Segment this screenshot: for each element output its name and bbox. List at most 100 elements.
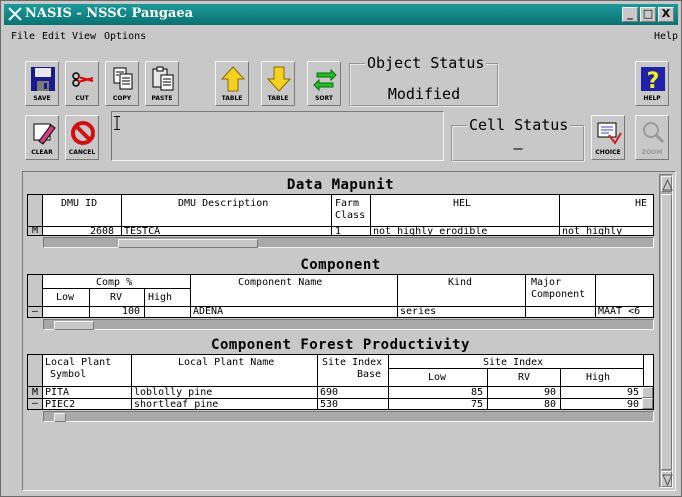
sort-arrows-icon [313,68,337,92]
col-header-he[interactable]: HE [635,198,647,209]
forest-scroll-thumb[interactable] [54,413,66,422]
row-indicator[interactable]: – [28,399,42,409]
app-window: NASIS - NSSC Pangaea _ □ X File Edit Vie… [0,0,682,497]
clear-button[interactable]: CLEAR [25,115,59,160]
col-header-plant-name[interactable]: Local Plant Name [178,357,274,368]
component-title: Component [300,257,381,273]
nasis-x-icon [8,7,22,21]
cell-extra[interactable]: MAAT <6 [598,306,642,317]
cell-he[interactable]: not highly [562,226,622,237]
cell-dmu-id[interactable]: 2608 [90,226,114,237]
cell-si-rv[interactable]: 90 [544,387,556,398]
cell-kind[interactable]: series [400,306,436,317]
component-scroll-thumb[interactable] [54,321,94,330]
copy-icon [113,67,133,90]
col-header-farm-class-2: Class [335,210,366,221]
col-header-farm-class[interactable]: Farm [335,198,359,209]
cell-farm-class[interactable]: 1 [335,226,341,237]
zoom-button[interactable]: ZOOM [635,115,669,160]
col-header-plant-symbol-2: Symbol [50,369,87,380]
forest-scroll-up-arrow[interactable] [642,387,653,398]
choice-button[interactable]: CHOICE [591,115,625,160]
cell-hel[interactable]: not highly erodible [373,226,487,237]
col-header-si-base-2: Base [357,369,382,380]
col-header-si-high[interactable]: High [586,372,610,383]
cell-plant-symbol[interactable]: PIEC2 [45,399,75,410]
table-down-button[interactable]: TABLE [261,61,295,106]
panel-scroll-down-button[interactable] [661,471,673,487]
col-header-comp-rv[interactable]: RV [110,292,122,303]
col-header-si-low[interactable]: Low [428,372,446,383]
minimize-button[interactable]: _ [622,7,638,22]
close-button[interactable]: X [658,7,674,22]
col-header-component-name[interactable]: Component Name [238,277,322,288]
sort-button[interactable]: SORT [307,61,341,106]
cell-plant-name[interactable]: loblolly pine [134,387,212,398]
cell-si-base[interactable]: 530 [320,399,338,410]
col-header-kind[interactable]: Kind [448,277,472,288]
maximize-button[interactable]: □ [640,7,656,22]
row-indicator[interactable]: M [28,226,42,236]
menu-options[interactable]: Options [104,31,146,42]
component-section: Component Comp % Low RV High Component N… [27,254,654,334]
mapunit-scroll-thumb[interactable] [118,239,258,248]
menu-view[interactable]: View [72,31,96,42]
cell-plant-symbol[interactable]: PITA [45,387,69,398]
col-header-site-index[interactable]: Site Index [483,357,543,368]
menu-file[interactable]: File [11,31,35,42]
col-header-major-component[interactable]: Major [531,277,561,288]
menu-bar: File Edit View Options Help [4,28,678,48]
forest-hscrollbar[interactable] [43,411,654,422]
row-indicator[interactable]: M [28,387,42,398]
mapunit-hscrollbar[interactable] [43,237,654,248]
cell-component-name[interactable]: ADENA [193,306,223,317]
panel-scroll-up-button[interactable] [661,176,673,192]
cell-status-group: Cell Status – [451,116,585,162]
component-table: Comp % Low RV High Component Name Kind M… [27,274,654,318]
save-button[interactable]: SAVE [25,61,59,106]
col-header-comp-high[interactable]: High [148,292,172,303]
forest-productivity-section: Component Forest Productivity Local Plan… [27,334,654,434]
row-indicator[interactable]: – [28,307,42,317]
table-up-button[interactable]: TABLE [215,61,249,106]
help-button[interactable]: ? HELP [635,61,669,106]
question-mark-icon: ? [641,67,665,93]
col-header-dmu-id[interactable]: DMU ID [61,198,97,209]
cell-plant-name[interactable]: shortleaf pine [134,399,218,410]
col-header-hel[interactable]: HEL [453,198,471,209]
cell-si-base[interactable]: 690 [320,387,338,398]
menu-help[interactable]: Help [654,31,678,42]
cell-edit-field[interactable] [111,111,444,161]
cell-comp-rv[interactable]: 100 [122,306,140,317]
panel-scroll-thumb[interactable] [661,194,672,470]
forest-scroll-down-arrow[interactable] [642,398,653,409]
col-header-comp-low[interactable]: Low [56,292,74,303]
cell-si-rv[interactable]: 80 [544,399,556,410]
cell-dmu-description[interactable]: TESTCA [124,226,160,237]
triangle-up-icon [662,178,673,191]
cell-si-high[interactable]: 90 [627,399,639,410]
component-hscrollbar[interactable] [43,319,654,330]
cell-si-low[interactable]: 85 [471,387,483,398]
col-header-comp-pct[interactable]: Comp % [96,277,132,288]
cell-si-low[interactable]: 75 [471,399,483,410]
cancel-button[interactable]: CANCEL [65,115,99,160]
cut-button[interactable]: CUT [65,61,99,106]
col-header-dmu-description[interactable]: DMU Description [178,198,268,209]
scissors-icon [72,72,94,87]
object-status-value: Modified [387,85,461,103]
col-header-si-rv[interactable]: RV [518,372,530,383]
data-panel: Data Mapunit DMU ID DMU Description Farm… [22,171,676,491]
eraser-icon [33,123,56,145]
paste-button[interactable]: PASTE [145,61,179,106]
title-bar[interactable]: NASIS - NSSC Pangaea _ □ X [4,4,678,25]
copy-button[interactable]: COPY [105,61,139,106]
cell-si-high[interactable]: 95 [627,387,639,398]
col-header-plant-symbol[interactable]: Local Plant [45,357,111,368]
data-mapunit-section: Data Mapunit DMU ID DMU Description Farm… [27,174,654,252]
floppy-disk-icon [31,67,55,91]
col-header-si-base[interactable]: Site Index [322,357,382,368]
cell-status-value: – [513,139,523,157]
menu-edit[interactable]: Edit [42,31,66,42]
panel-vscrollbar[interactable] [659,174,673,488]
